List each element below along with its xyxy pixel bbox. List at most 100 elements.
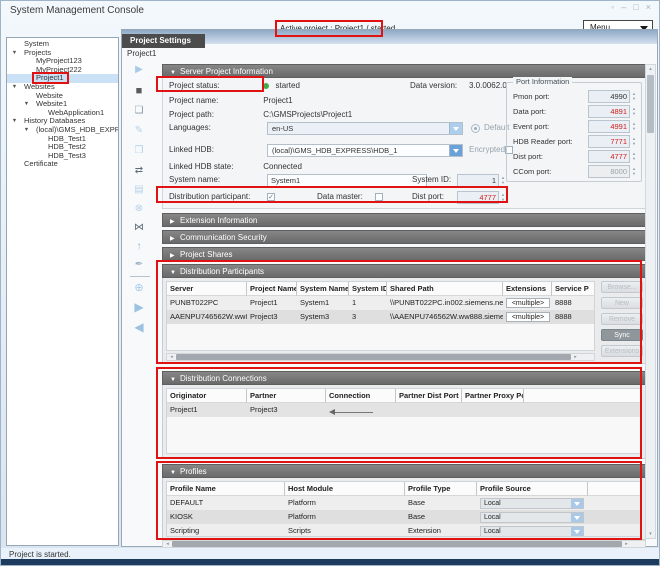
extensions-dropdown[interactable]: <multiple> xyxy=(506,312,550,322)
scrollbar-thumb[interactable] xyxy=(176,354,571,360)
column-header[interactable]: Profile Source xyxy=(477,482,588,496)
profile-source-dropdown[interactable]: Local xyxy=(480,526,584,537)
scroll-down-icon[interactable]: ▾ xyxy=(646,530,655,538)
spinner-icon[interactable] xyxy=(630,92,638,101)
chevron-down-icon[interactable] xyxy=(449,145,462,156)
column-header[interactable]: Extensions xyxy=(503,282,552,296)
event-port-input[interactable]: 4991 xyxy=(588,120,630,133)
section-header-profiles[interactable]: ▼Profiles xyxy=(162,464,646,478)
column-header[interactable]: System Name xyxy=(297,282,349,296)
section-header-communication-security[interactable]: ▶Communication Security xyxy=(162,230,646,244)
close-icon[interactable]: × xyxy=(646,2,651,12)
table-row[interactable]: Project1 Project3 xyxy=(167,403,641,417)
spinner-icon[interactable] xyxy=(630,107,638,116)
spinner-icon[interactable] xyxy=(630,137,638,146)
dist-port-input[interactable]: 4777 xyxy=(588,150,630,163)
column-header[interactable]: Connection xyxy=(326,389,396,403)
save-project-icon[interactable]: ▤ xyxy=(122,183,156,199)
start-project-icon[interactable]: ▶ xyxy=(122,63,156,79)
pmon-port-input[interactable]: 4990 xyxy=(588,90,630,103)
delete-project-icon[interactable]: ⊗ xyxy=(122,202,156,218)
chevron-down-icon[interactable] xyxy=(571,513,583,522)
upgrade-project-icon[interactable]: ↑ xyxy=(122,240,156,256)
options-icon[interactable]: ◦ xyxy=(611,2,614,12)
column-header[interactable]: Originator xyxy=(167,389,247,403)
stop-project-icon[interactable]: ■ xyxy=(122,84,156,100)
tree-expand-icon[interactable]: ▼ xyxy=(10,83,19,92)
languages-dropdown[interactable]: en-US xyxy=(267,122,463,135)
spinner-icon[interactable] xyxy=(499,191,507,204)
tree-item-certificate[interactable]: Certificate xyxy=(7,160,118,169)
remove-button[interactable]: Remove xyxy=(601,313,643,325)
dist-port-stepper[interactable]: 4777 xyxy=(457,191,507,204)
section-header-distribution-participants[interactable]: ▼Distribution Participants xyxy=(162,264,646,278)
tree-expand-icon[interactable]: ▼ xyxy=(22,100,31,109)
section-header-server-project-information[interactable]: ▼Server Project Information xyxy=(162,64,646,78)
chevron-down-icon[interactable] xyxy=(571,499,583,508)
column-header[interactable]: Server xyxy=(167,282,247,296)
section-header-extension-information[interactable]: ▶Extension Information xyxy=(162,213,646,227)
extensions-button[interactable]: Extensions xyxy=(601,345,643,357)
section-header-distribution-connections[interactable]: ▼Distribution Connections xyxy=(162,371,646,385)
column-header[interactable]: Project Name xyxy=(247,282,297,296)
distribution-participant-checkbox[interactable] xyxy=(267,193,275,201)
browse-button[interactable]: Browse... xyxy=(601,281,643,293)
distribution-icon[interactable]: ⋈ xyxy=(122,221,156,237)
tree-expand-icon[interactable]: ▼ xyxy=(10,49,19,58)
scroll-left-icon[interactable]: ◂ xyxy=(167,354,176,360)
column-header[interactable]: Partner Dist Port xyxy=(396,389,462,403)
hdb-reader-port-input[interactable]: 7771 xyxy=(588,135,630,148)
linked-hdb-dropdown[interactable]: (local)\GMS_HDB_EXPRESS\HDB_1 xyxy=(267,144,463,157)
table-row[interactable]: DEFAULT Platform Base Local xyxy=(167,496,641,510)
scroll-up-icon[interactable]: ▴ xyxy=(646,65,655,73)
column-header[interactable]: Profile Name xyxy=(167,482,285,496)
column-header[interactable]: Service P xyxy=(552,282,594,296)
column-header[interactable]: Host Module xyxy=(285,482,405,496)
chevron-down-icon[interactable] xyxy=(449,123,462,134)
section-header-project-shares[interactable]: ▶Project Shares xyxy=(162,247,646,261)
table-row[interactable]: PUNBT022PC Project1 System1 1 \\PUNBT022… xyxy=(167,296,594,310)
add-icon[interactable]: ⊕ xyxy=(122,281,156,297)
scroll-left-icon[interactable]: ◂ xyxy=(163,541,172,547)
column-header[interactable]: System ID xyxy=(349,282,387,296)
edit-project-icon[interactable]: ✎ xyxy=(122,124,156,140)
spinner-icon[interactable] xyxy=(630,122,638,131)
data-port-input[interactable]: 4891 xyxy=(588,105,630,118)
data-master-checkbox[interactable] xyxy=(375,193,383,201)
pin-icon[interactable]: ✒ xyxy=(122,258,156,274)
content-vertical-scrollbar[interactable]: ▴ ▾ xyxy=(645,64,656,539)
sync-button[interactable]: Sync xyxy=(601,329,643,341)
rename-project-icon[interactable]: ❒ xyxy=(122,144,156,160)
activate-icon[interactable]: ▶ xyxy=(122,300,156,316)
link-hdb-icon[interactable]: ⇄ xyxy=(122,164,156,180)
column-header[interactable]: Shared Path xyxy=(387,282,503,296)
extensions-dropdown[interactable]: <multiple> xyxy=(506,298,550,308)
tree-expand-icon[interactable]: ▼ xyxy=(10,117,19,126)
profile-source-dropdown[interactable]: Local xyxy=(480,498,584,509)
scroll-right-icon[interactable]: ▸ xyxy=(622,541,631,547)
profile-source-dropdown[interactable]: Local xyxy=(480,512,584,523)
chevron-down-icon[interactable] xyxy=(571,527,583,536)
new-project-icon[interactable]: ❏ xyxy=(122,104,156,120)
table-row[interactable]: KIOSK Platform Base Local xyxy=(167,510,641,524)
table-row[interactable]: Scripting Scripts Extension Local xyxy=(167,524,641,537)
system-name-input[interactable]: System1 xyxy=(267,174,427,187)
content-horizontal-scrollbar[interactable]: ◂▸ xyxy=(162,540,646,548)
scrollbar-thumb[interactable] xyxy=(172,541,622,547)
scroll-right-icon[interactable]: ▸ xyxy=(571,354,580,360)
column-header[interactable]: Partner Proxy Port xyxy=(462,389,524,403)
spinner-icon[interactable] xyxy=(630,152,638,161)
participants-horizontal-scrollbar[interactable]: ◂▸ xyxy=(166,353,595,361)
default-language-radio[interactable] xyxy=(471,124,480,133)
maximize-icon[interactable]: □ xyxy=(633,2,638,12)
system-id-stepper[interactable]: 1 xyxy=(457,174,507,187)
new-button[interactable]: New xyxy=(601,297,643,309)
tab-project-settings[interactable]: Project Settings xyxy=(122,34,205,48)
minimize-icon[interactable]: – xyxy=(621,2,626,12)
column-header[interactable]: Partner xyxy=(247,389,326,403)
tree-expand-icon[interactable]: ▼ xyxy=(22,126,31,135)
deactivate-icon[interactable]: ◀ xyxy=(122,320,156,336)
scrollbar-thumb[interactable] xyxy=(647,75,654,133)
column-header[interactable]: Profile Type xyxy=(405,482,477,496)
table-row[interactable]: AAENPU746562W.ww888 Project3 System3 3 \… xyxy=(167,310,594,324)
